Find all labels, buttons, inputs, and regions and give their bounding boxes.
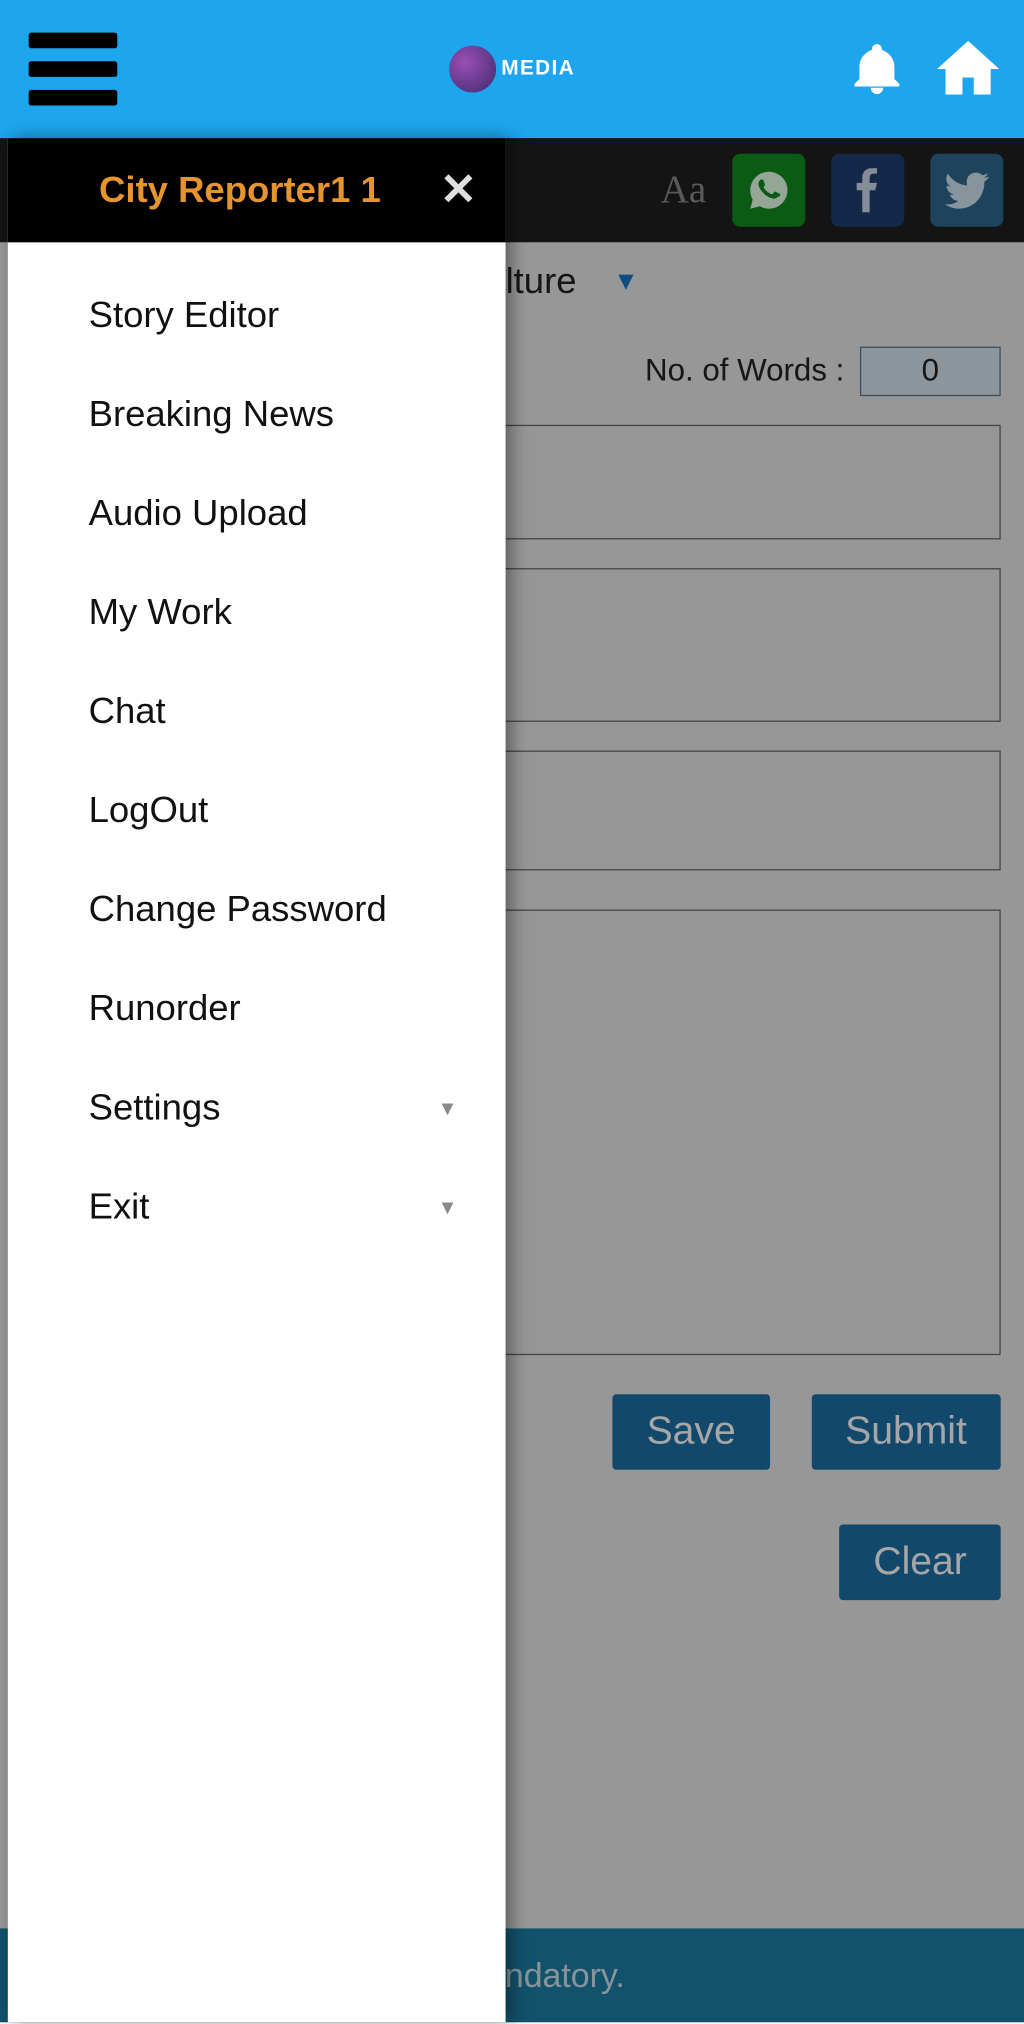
drawer-title: City Reporter1 1	[99, 169, 381, 211]
chevron-down-icon: ▾	[442, 1094, 454, 1121]
app-logo: MEDIA	[449, 46, 575, 93]
hamburger-icon[interactable]	[29, 33, 118, 106]
chevron-down-icon: ▾	[442, 1193, 454, 1220]
close-icon[interactable]: ✕	[440, 164, 477, 216]
app-header: MEDIA	[0, 0, 1024, 138]
logo-text: MEDIA	[501, 57, 575, 80]
drawer-item-label: Chat	[89, 691, 166, 733]
drawer-item-change-password[interactable]: Change Password	[89, 860, 506, 959]
drawer-item-label: Story Editor	[89, 294, 280, 336]
drawer-item-audio-upload[interactable]: Audio Upload	[89, 464, 506, 563]
drawer-item-logout[interactable]: LogOut	[89, 761, 506, 860]
drawer-header: City Reporter1 1 ✕	[8, 138, 506, 242]
drawer-item-runorder[interactable]: Runorder	[89, 959, 506, 1058]
bell-icon[interactable]	[847, 36, 907, 101]
drawer-item-label: LogOut	[89, 790, 209, 832]
drawer-item-label: Runorder	[89, 988, 241, 1030]
drawer-item-label: My Work	[89, 592, 232, 634]
logo-circle-icon	[449, 46, 496, 93]
drawer-item-label: Breaking News	[89, 394, 334, 436]
drawer-item-label: Audio Upload	[89, 493, 308, 535]
drawer-item-settings[interactable]: Settings ▾	[89, 1058, 506, 1157]
drawer-item-breaking-news[interactable]: Breaking News	[89, 365, 506, 464]
drawer-item-my-work[interactable]: My Work	[89, 563, 506, 662]
drawer-menu: Story Editor Breaking News Audio Upload My …	[8, 242, 506, 1256]
drawer-item-label: Exit	[89, 1186, 150, 1228]
drawer-item-story-editor[interactable]: Story Editor	[89, 266, 506, 365]
side-drawer: City Reporter1 1 ✕ Story Editor Breaking …	[8, 138, 506, 2022]
drawer-item-label: Change Password	[89, 889, 387, 931]
home-icon[interactable]	[930, 35, 1006, 103]
drawer-item-chat[interactable]: Chat	[89, 662, 506, 761]
drawer-item-label: Settings	[89, 1087, 221, 1129]
drawer-item-exit[interactable]: Exit ▾	[89, 1157, 506, 1256]
